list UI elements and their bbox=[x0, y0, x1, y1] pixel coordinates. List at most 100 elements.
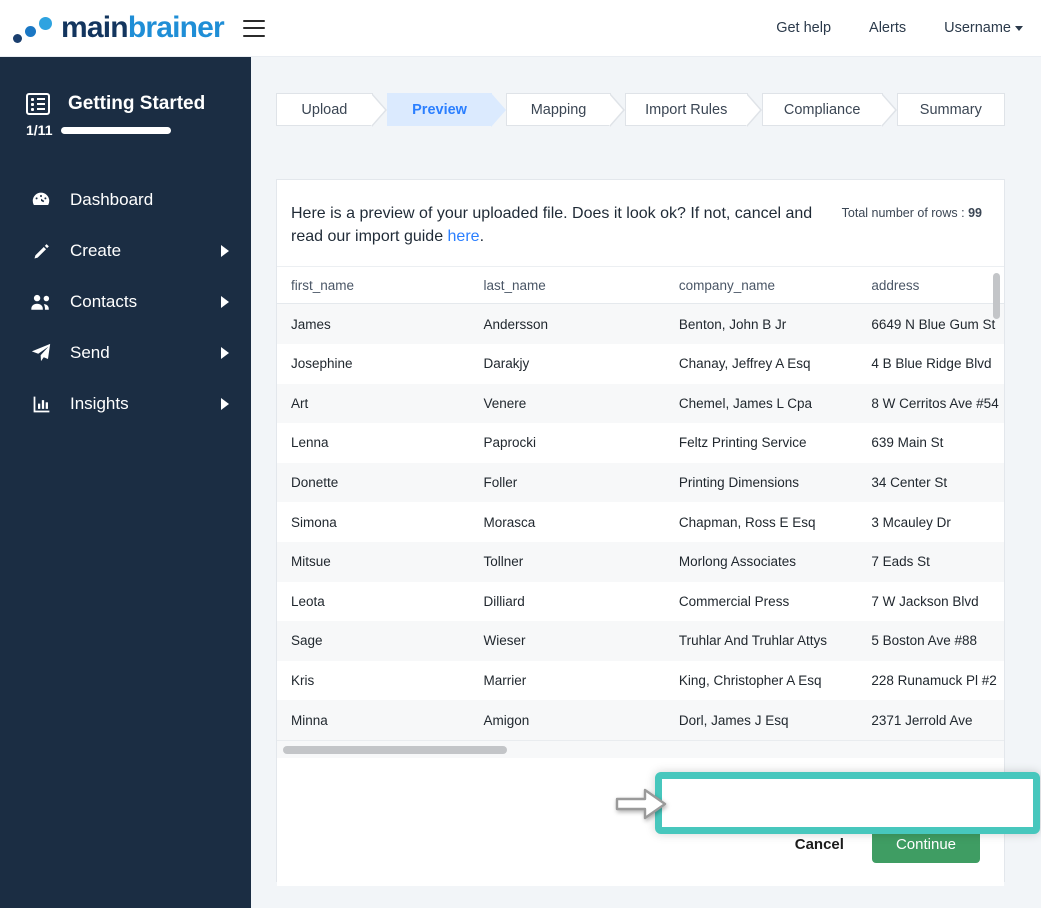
table-cell: Truhlar And Truhlar Attys bbox=[678, 633, 827, 649]
header-row-option[interactable]: Consider first row of the imported file … bbox=[669, 792, 1024, 810]
chevron-right-icon bbox=[221, 245, 229, 257]
stepper-chevron-icon bbox=[608, 94, 623, 126]
table-cell: Lenna bbox=[291, 435, 329, 451]
table-cell: 3 Mcauley Dr bbox=[871, 514, 951, 530]
logo-brainer-text: brainer bbox=[127, 11, 225, 44]
table-cell: 34 Center St bbox=[871, 475, 948, 491]
stepper-item-upload[interactable]: Upload bbox=[276, 93, 387, 127]
table-cell: Mitsue bbox=[291, 554, 331, 570]
stepper-label: Compliance bbox=[783, 101, 861, 118]
cancel-button[interactable]: Cancel bbox=[785, 828, 854, 861]
stepper-item-compliance[interactable]: Compliance bbox=[761, 93, 897, 127]
column-header-address[interactable]: address bbox=[857, 278, 1004, 293]
getting-started-progress: 1/11 bbox=[26, 122, 251, 138]
stepper-chevron-icon bbox=[745, 94, 760, 126]
table-cell: Paprocki bbox=[483, 435, 536, 451]
hamburger-icon[interactable] bbox=[242, 19, 265, 37]
continue-button[interactable]: Continue bbox=[871, 826, 980, 864]
horizontal-scrollbar-thumb[interactable] bbox=[283, 745, 507, 754]
sidebar-item-dashboard[interactable]: Dashboard bbox=[0, 182, 251, 218]
table-cell: 5 Boston Ave #88 bbox=[871, 633, 977, 649]
nav-alerts[interactable]: Alerts bbox=[869, 20, 906, 36]
sidebar-item-create[interactable]: Create bbox=[0, 233, 251, 269]
table-cell: Morlong Associates bbox=[678, 554, 796, 570]
nav-get-help[interactable]: Get help bbox=[776, 20, 831, 36]
nav-username-label: Username bbox=[944, 20, 1011, 36]
table-cell: Sage bbox=[291, 633, 323, 649]
table-cell: Darakjy bbox=[483, 356, 530, 372]
table-cell: Josephine bbox=[291, 356, 353, 372]
table-vertical-scrollbar[interactable] bbox=[993, 273, 1000, 698]
getting-started-title: Getting Started bbox=[68, 93, 206, 114]
paper-plane-icon bbox=[28, 342, 54, 364]
sidebar-label-contacts: Contacts bbox=[70, 292, 138, 311]
total-rows-label: Total number of rows : bbox=[841, 206, 969, 220]
column-header-first-name[interactable]: first_name bbox=[277, 278, 469, 293]
header-row-checkbox[interactable] bbox=[669, 792, 686, 810]
gauge-icon bbox=[28, 189, 54, 211]
footer-actions: Cancel Continue bbox=[785, 826, 980, 864]
table-cell: Dilliard bbox=[483, 593, 525, 609]
sidebar-item-insights[interactable]: Insights bbox=[0, 386, 251, 422]
table-cell: Morasca bbox=[483, 514, 536, 530]
preview-card-footer: Consider first row of the imported file … bbox=[277, 758, 1040, 887]
logo-main-text: main bbox=[61, 11, 129, 44]
table-cell: Art bbox=[291, 395, 309, 411]
total-rows-info: Total number of rows : 99 bbox=[842, 202, 982, 222]
table-cell: Printing Dimensions bbox=[678, 475, 799, 491]
stepper-item-import-rules[interactable]: Import Rules bbox=[624, 93, 762, 127]
table-cell: 7 W Jackson Blvd bbox=[871, 593, 979, 609]
sidebar-getting-started[interactable]: Getting Started 1/11 bbox=[0, 93, 251, 138]
callout-arrow-icon bbox=[615, 788, 667, 820]
sidebar-item-contacts[interactable]: Contacts bbox=[0, 284, 251, 320]
table-cell: 228 Runamuck Pl #2 bbox=[871, 673, 997, 689]
bar-chart-icon bbox=[28, 394, 54, 415]
chevron-down-icon bbox=[1015, 25, 1023, 31]
table-row: Kris Marrier King, Christopher A Esq 228 Ru… bbox=[277, 660, 1004, 701]
logo-dots-icon bbox=[12, 13, 58, 43]
table-header-row: first_name last_name company_name address bbox=[277, 267, 1004, 305]
table-horizontal-scrollbar[interactable] bbox=[277, 740, 1004, 759]
preview-message-text-after: . bbox=[479, 228, 485, 246]
progress-count: 1/11 bbox=[26, 122, 53, 138]
header-row-checkbox-label: Consider first row of the imported file … bbox=[699, 792, 1024, 809]
column-header-last-name[interactable]: last_name bbox=[469, 278, 664, 293]
sidebar-label-create: Create bbox=[70, 241, 122, 260]
table-cell: Venere bbox=[483, 395, 527, 411]
chevron-right-icon bbox=[221, 296, 229, 308]
sidebar-label-insights: Insights bbox=[70, 394, 129, 413]
stepper-label: Import Rules bbox=[645, 101, 728, 118]
table-cell: Wieser bbox=[483, 633, 526, 649]
preview-card: Here is a preview of your uploaded file.… bbox=[276, 179, 1040, 887]
stepper-label: Mapping bbox=[530, 101, 587, 118]
import-guide-link[interactable]: here bbox=[448, 228, 480, 245]
preview-table: first_name last_name company_name address J… bbox=[277, 267, 1004, 740]
table-row: Simona Morasca Chapman, Ross E Esq 3 Mcaule… bbox=[277, 502, 1004, 542]
top-nav: Get help Alerts Username bbox=[738, 20, 1041, 36]
stepper-item-mapping[interactable]: Mapping bbox=[506, 93, 625, 127]
stepper-item-summary[interactable]: Summary bbox=[896, 93, 1005, 126]
stepper-label: Preview bbox=[412, 101, 467, 118]
vertical-scrollbar-thumb[interactable] bbox=[993, 273, 1000, 320]
stepper-label: Upload bbox=[301, 101, 348, 118]
preview-message-text-before: Here is a preview of your uploaded file.… bbox=[291, 205, 813, 246]
table-cell: Chemel, James L Cpa bbox=[678, 395, 812, 411]
table-cell: Leota bbox=[291, 593, 325, 609]
table-cell: Tollner bbox=[483, 554, 524, 570]
top-header-bar: mainbrainer Get help Alerts Username bbox=[0, 0, 1041, 57]
column-header-company-name[interactable]: company_name bbox=[665, 278, 857, 293]
table-row: Sage Wieser Truhlar And Truhlar Attys 5 Bos… bbox=[277, 621, 1004, 661]
app-root: mainbrainer Get help Alerts Username Get… bbox=[0, 0, 1041, 908]
brand-logo[interactable]: mainbrainer bbox=[0, 11, 225, 44]
sidebar-label-dashboard: Dashboard bbox=[70, 190, 154, 209]
table-row: Josephine Darakjy Chanay, Jeffrey A Esq 4 B… bbox=[277, 343, 1004, 384]
table-row: Mitsue Tollner Morlong Associates 7 Eads St bbox=[277, 541, 1004, 582]
table-cell: 4 B Blue Ridge Blvd bbox=[871, 356, 992, 372]
stepper-item-preview[interactable]: Preview bbox=[386, 93, 507, 127]
nav-username[interactable]: Username bbox=[944, 20, 1023, 36]
preview-card-header: Here is a preview of your uploaded file.… bbox=[277, 180, 1004, 268]
table-cell: Amigon bbox=[483, 712, 530, 728]
sidebar-item-send[interactable]: Send bbox=[0, 335, 251, 371]
table-body: James Andersson Benton, John B Jr 6649 N Bl… bbox=[277, 304, 1004, 740]
stepper-chevron-icon bbox=[490, 94, 505, 126]
